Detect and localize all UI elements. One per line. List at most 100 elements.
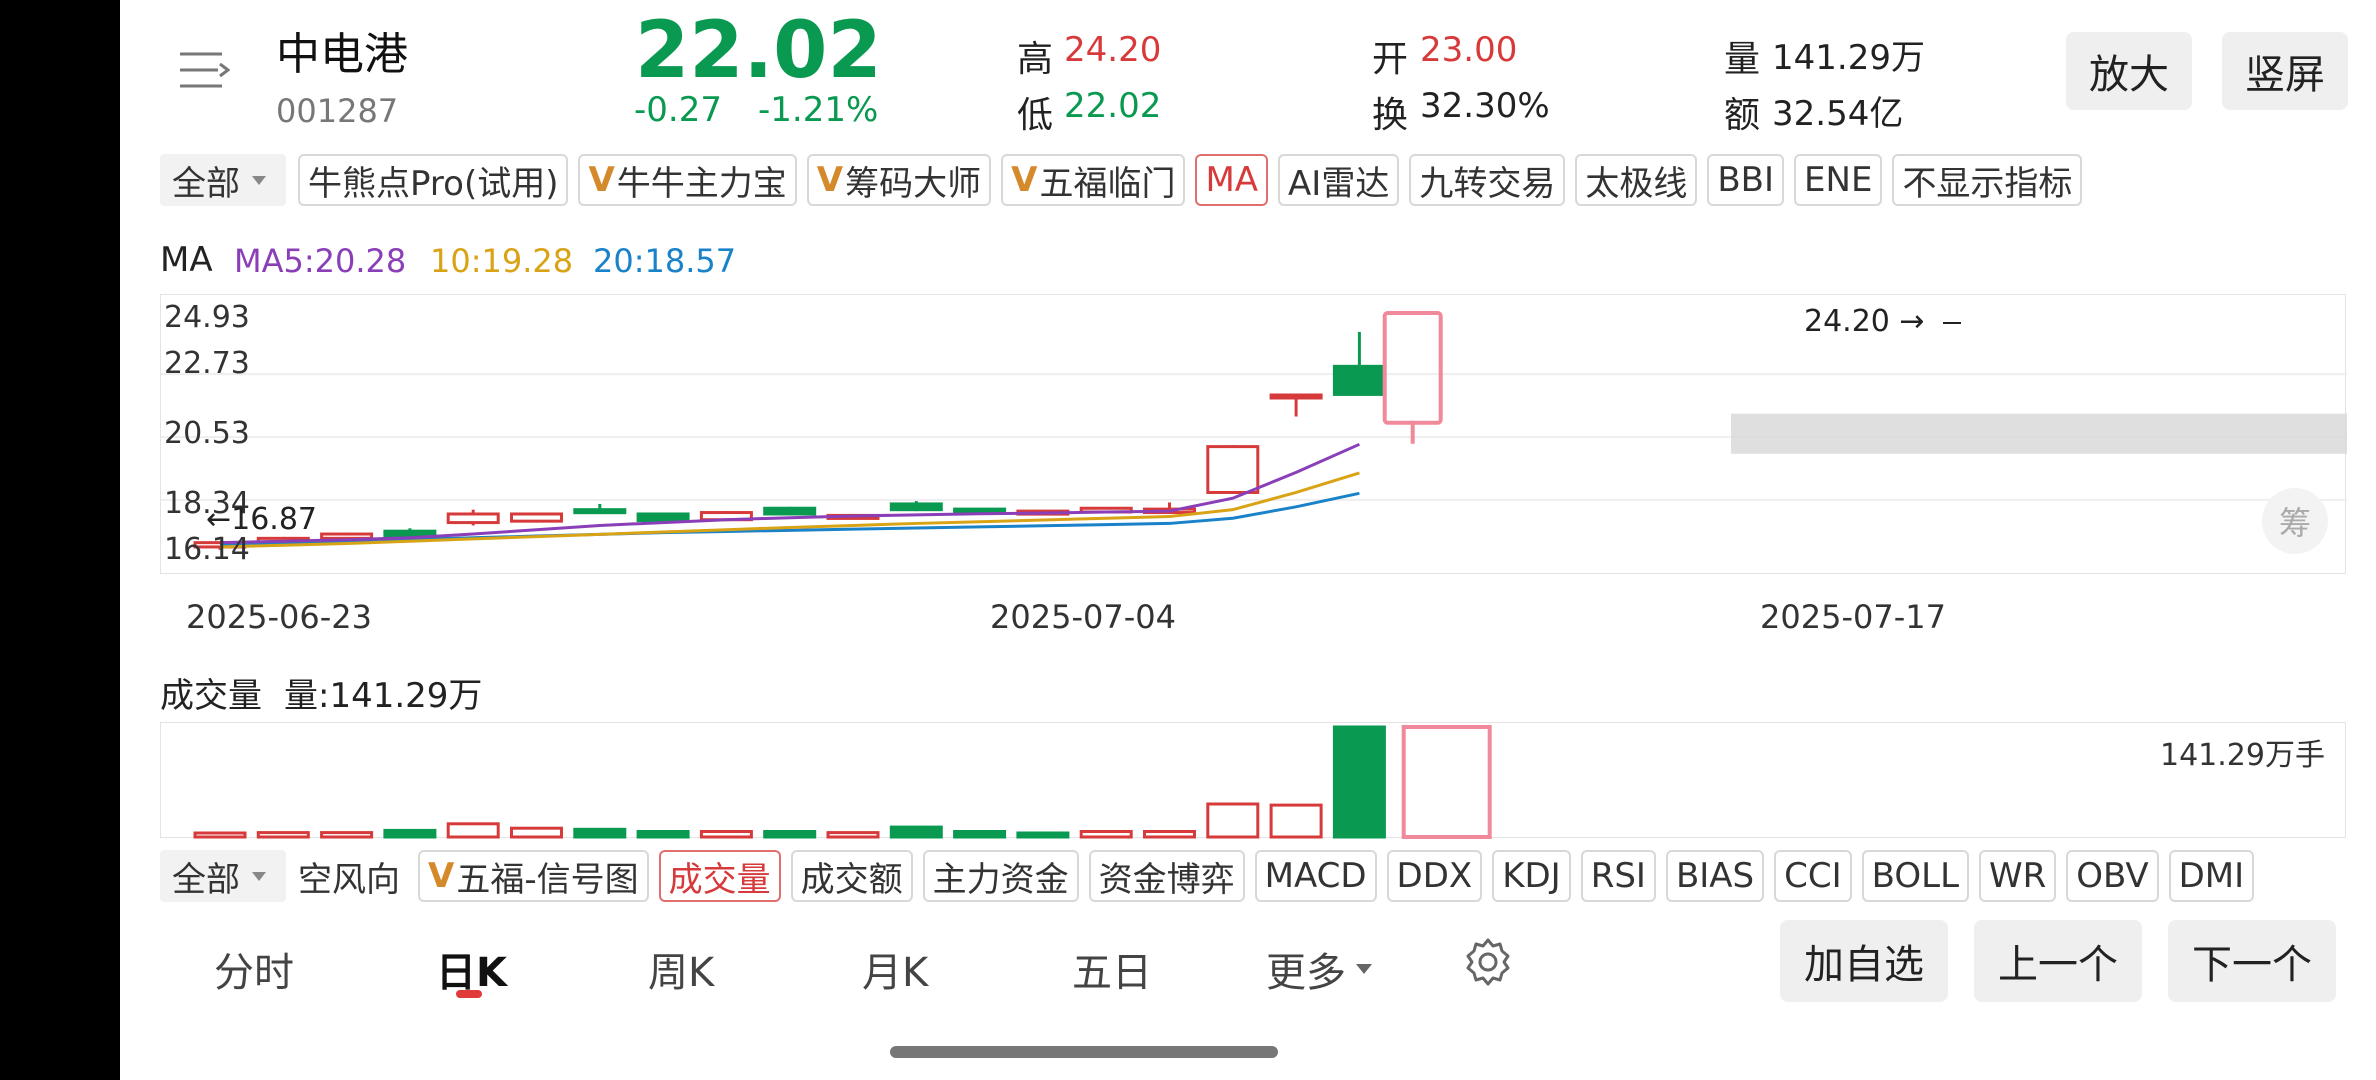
settings-gear-icon[interactable] (1460, 934, 1516, 990)
volume-chart (193, 725, 1492, 839)
kline-chart-area[interactable] (160, 294, 2347, 574)
chip-label: OBV (2076, 856, 2149, 896)
chip-label: MACD (1264, 856, 1367, 896)
sub-chips-chip-7[interactable]: DDX (1386, 850, 1483, 902)
sub-chips-chip-5[interactable]: 资金博弈 (1088, 850, 1245, 902)
sub-chips-chip-4[interactable]: 主力资金 (922, 850, 1079, 902)
home-indicator[interactable] (890, 1046, 1278, 1058)
ind-chips-chip-0[interactable]: 牛熊点Pro(试用) (298, 154, 569, 206)
price-change-pct: -1.21% (758, 90, 879, 130)
ma20-legend: 20:18.57 (593, 242, 737, 280)
volume-label: 量 (1724, 39, 1761, 80)
ind-chips-chip-1[interactable]: V 牛牛主力宝 (578, 154, 797, 206)
sub-chips-chip-10[interactable]: BIAS (1665, 850, 1765, 902)
turnover-label: 换 (1372, 95, 1409, 136)
chip-label: MA (1205, 160, 1259, 200)
volume-bar-18 (1332, 725, 1386, 839)
kline-chart (161, 311, 2347, 550)
ma5-legend: MA5:20.28 (234, 242, 407, 280)
sub-chips-chip-11[interactable]: CCI (1774, 850, 1852, 902)
ind-chips-chip-8[interactable]: BBI (1707, 154, 1785, 206)
indicator-dropdown[interactable]: 全部 (160, 154, 286, 206)
ind-chips-chip-2[interactable]: V 筹码大师 (806, 154, 992, 206)
previous-stock-button[interactable]: 上一个 (1974, 920, 2142, 1002)
tab-weekly-k[interactable]: 周K (648, 940, 714, 998)
ind-chips-chip-10[interactable]: 不显示指标 (1892, 154, 2083, 206)
sub-chips-chip-9[interactable]: RSI (1580, 850, 1656, 902)
tab-timeshare[interactable]: 分时 (214, 940, 294, 998)
volume-bar-16 (1206, 802, 1260, 839)
zoom-button[interactable]: 放大 (2066, 32, 2192, 110)
volume-bar-5 (510, 826, 563, 839)
next-stock-button[interactable]: 下一个 (2168, 920, 2336, 1002)
low-label: 低 (1017, 95, 1054, 136)
menu-icon[interactable] (178, 48, 231, 92)
chip-label: 牛牛主力宝 (616, 163, 787, 204)
current-price: 22.02 (635, 6, 882, 96)
ind-chips-chip-6[interactable]: 九转交易 (1409, 154, 1566, 206)
chip-label: 牛熊点Pro(试用) (308, 163, 559, 204)
active-tab-indicator (456, 990, 482, 998)
volume-bar-8 (699, 830, 753, 839)
ind-chips-chip-3[interactable]: V 五福临门 (1001, 154, 1186, 206)
sub-chips-chip-13[interactable]: WR (1979, 850, 2057, 902)
volume-bar-14 (1079, 830, 1133, 839)
price-axis-label-0: 24.93 (164, 300, 250, 335)
volume-bar-9 (763, 830, 817, 839)
tab-monthly-k[interactable]: 月K (862, 940, 928, 998)
chip-label: BBI (1717, 160, 1775, 200)
volume-chart-area[interactable] (160, 722, 2346, 839)
ind-chips-chip-9[interactable]: ENE (1794, 154, 1883, 206)
chip-label: 主力资金 (932, 859, 1069, 900)
volume-bar-11 (889, 825, 943, 839)
tab-more[interactable]: 更多 (1266, 940, 1372, 998)
ma10-legend: 10:19.28 (430, 242, 574, 280)
candle-body-11 (889, 502, 943, 512)
sub-chips-chip-6[interactable]: MACD (1254, 850, 1377, 902)
high-marker: 24.20 → (1804, 304, 1925, 339)
candle-body-4 (446, 512, 500, 525)
volume-bar-10 (826, 831, 880, 839)
tab-five-day[interactable]: 五日 (1072, 940, 1152, 998)
sub-chips-chip-12[interactable]: BOLL (1861, 850, 1970, 902)
candle-body-2 (320, 532, 374, 540)
open-label: 开 (1372, 39, 1409, 80)
chip-label: 五福-信号图 (456, 859, 639, 900)
chip-label: 不显示指标 (1902, 163, 2073, 204)
sub-indicator-dropdown[interactable]: 全部 (160, 850, 286, 902)
price-axis-label-2: 20.53 (164, 416, 250, 451)
sub-chips-chip-14[interactable]: OBV (2066, 850, 2159, 902)
sub-chips-chip-0[interactable]: 空风向 (290, 850, 408, 902)
portrait-button[interactable]: 竖屏 (2222, 32, 2348, 110)
volume-bar-7 (636, 830, 690, 839)
chip-distribution-button[interactable]: 筹 (2262, 488, 2328, 554)
chip-label: 成交额 (800, 859, 903, 900)
add-watchlist-button[interactable]: 加自选 (1780, 920, 1948, 1002)
ind-chips-chip-4[interactable]: MA (1195, 154, 1269, 206)
volume-bar-1 (256, 831, 310, 839)
turnover-value: 32.30% (1420, 86, 1550, 126)
sub-chips-chip-3[interactable]: 成交额 (790, 850, 913, 902)
sub-chips-chip-15[interactable]: DMI (2168, 850, 2255, 902)
vip-v-icon: V (816, 160, 844, 200)
chip-label: ENE (1804, 160, 1873, 200)
ind-chips-chip-5[interactable]: AI雷达 (1278, 154, 1400, 206)
sub-chips-chip-2[interactable]: 成交量 (658, 850, 781, 902)
high-label: 高 (1017, 39, 1054, 80)
candle-body-5 (510, 512, 563, 523)
sub-chips-chip-1[interactable]: V 五福-信号图 (418, 850, 649, 902)
candle-body-9 (763, 506, 817, 516)
high-value: 24.20 (1064, 30, 1162, 70)
sub-indicator-chip-row: 空风向 V 五福-信号图 成交量 成交额 主力资金 资金博弈 MACD DDX KDJ RSI BIA… (290, 850, 2376, 906)
chip-label: DMI (2178, 856, 2245, 896)
chip-label: DDX (1396, 856, 1473, 896)
price-change: -0.27 (634, 90, 722, 130)
candle-body-12 (953, 507, 1007, 514)
ind-chips-chip-7[interactable]: 太极线 (1575, 154, 1698, 206)
sub-chips-chip-8[interactable]: KDJ (1492, 850, 1571, 902)
chip-label: 资金博弈 (1098, 859, 1235, 900)
caret-down-icon (252, 871, 266, 881)
indicator-dropdown-label: 全部 (172, 163, 240, 204)
volume-bar-15 (1143, 830, 1196, 839)
volume-value-label: 量:141.29万 (284, 676, 483, 716)
